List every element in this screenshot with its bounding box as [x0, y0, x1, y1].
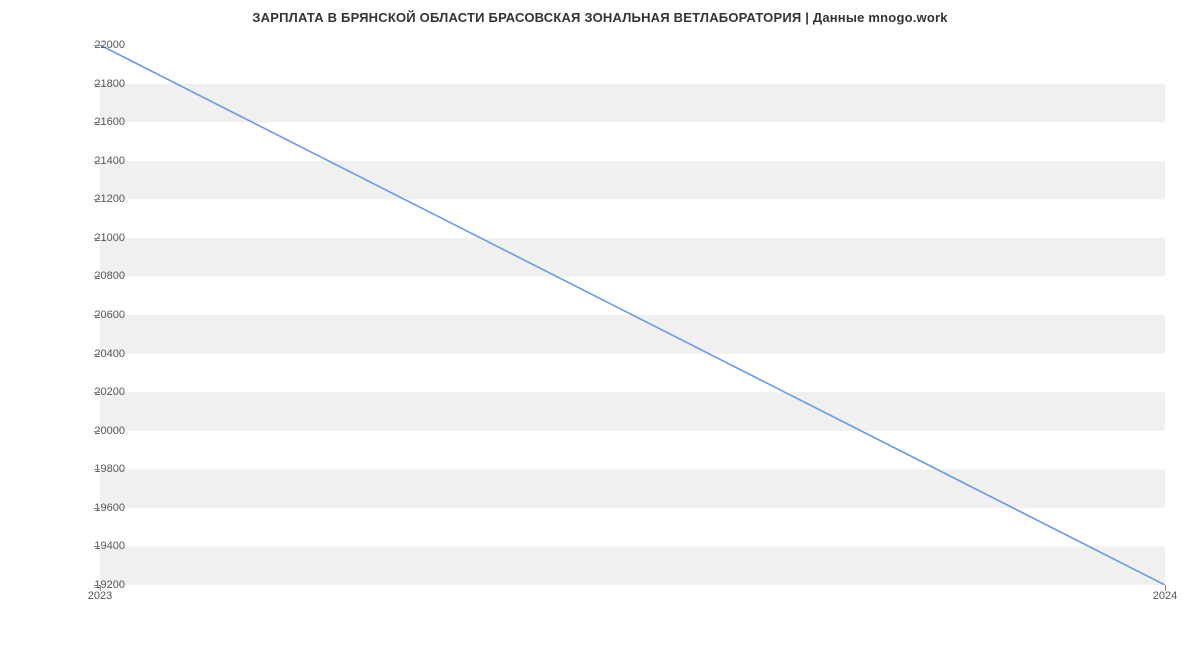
y-tick-mark [94, 354, 100, 355]
y-tick-mark [94, 431, 100, 432]
x-tick-label: 2023 [70, 590, 130, 602]
y-tick-mark [94, 161, 100, 162]
chart-svg [100, 45, 1165, 585]
y-tick-mark [94, 315, 100, 316]
y-tick-mark [94, 546, 100, 547]
y-tick-mark [94, 199, 100, 200]
y-tick-mark [94, 508, 100, 509]
chart-title: ЗАРПЛАТА В БРЯНСКОЙ ОБЛАСТИ БРАСОВСКАЯ З… [0, 0, 1200, 25]
x-tick-mark [1165, 585, 1166, 591]
x-tick-label: 2024 [1135, 590, 1195, 602]
chart-plot-area [100, 45, 1165, 585]
y-tick-mark [94, 84, 100, 85]
y-tick-mark [94, 122, 100, 123]
x-tick-mark [100, 585, 101, 591]
y-tick-mark [94, 392, 100, 393]
y-tick-mark [94, 469, 100, 470]
y-tick-mark [94, 45, 100, 46]
y-tick-mark [94, 238, 100, 239]
y-tick-mark [94, 276, 100, 277]
